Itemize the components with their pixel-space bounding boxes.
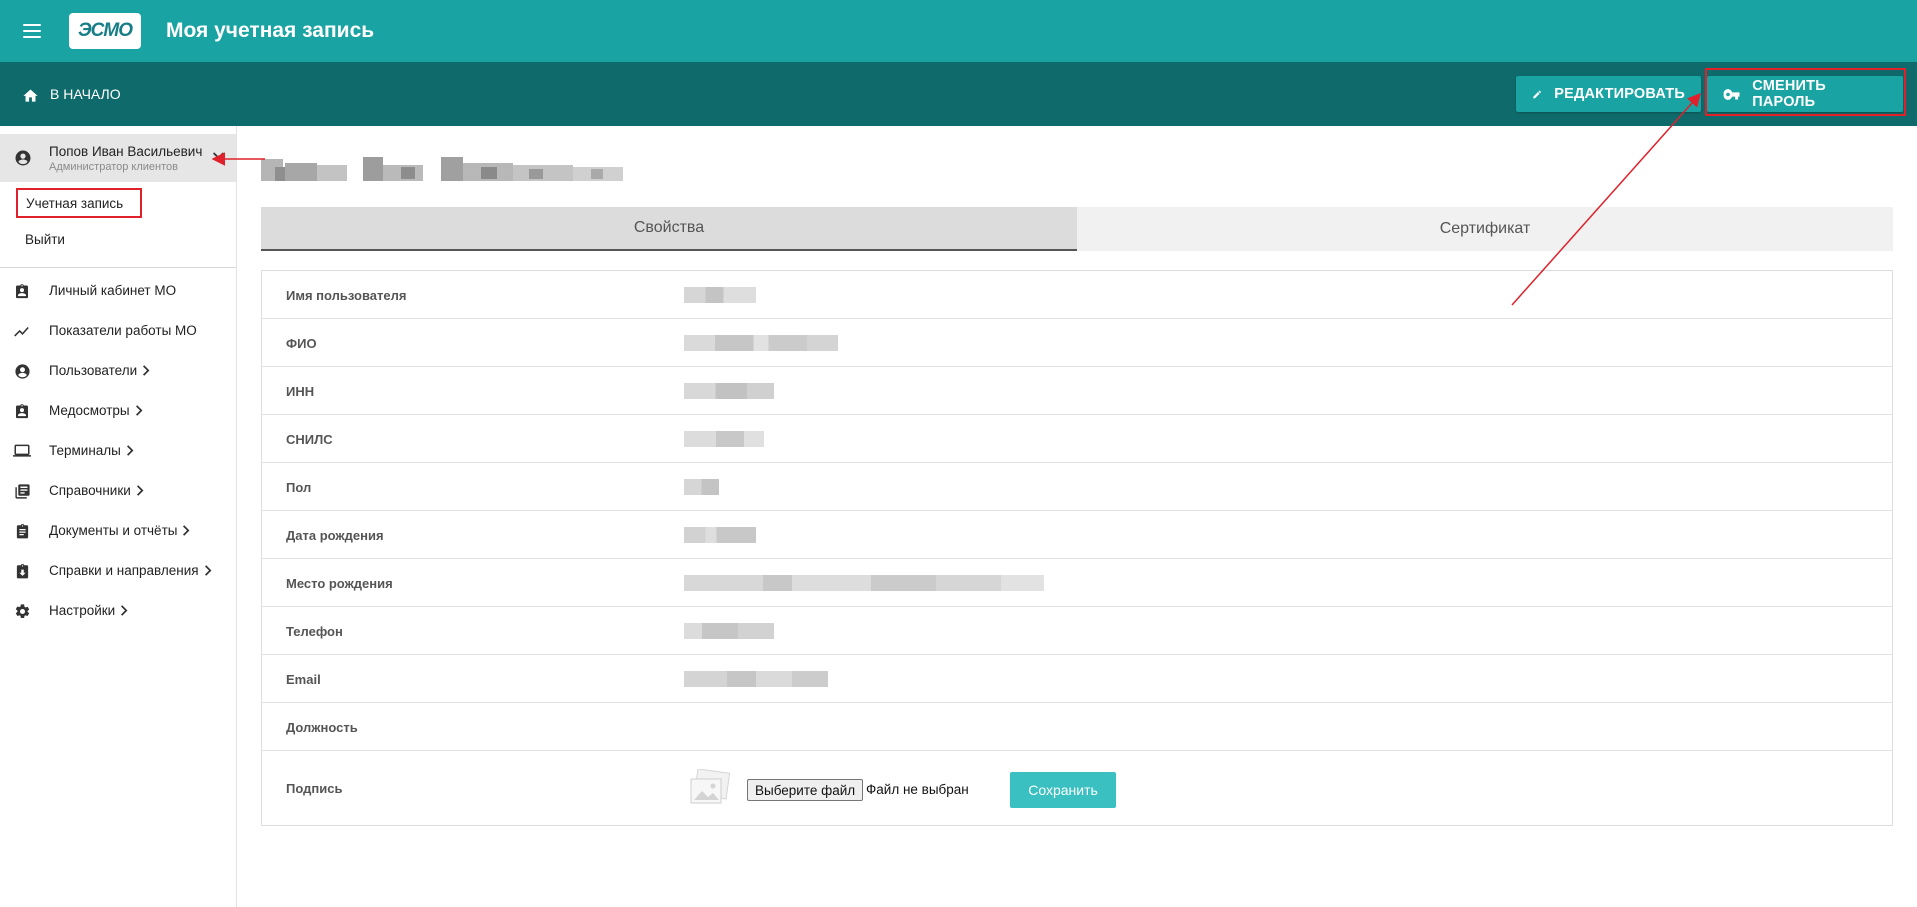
user-role: Администратор клиентов	[49, 161, 178, 173]
property-row: Место рождения	[262, 559, 1892, 607]
chevron-right-icon	[183, 525, 190, 536]
change-password-button[interactable]: СМЕНИТЬ ПАРОЛЬ	[1707, 76, 1903, 112]
sidebar-item-label: Настройки	[49, 603, 116, 618]
property-row: Пол	[262, 463, 1892, 511]
sidebar-item-label: Справочники	[49, 483, 131, 498]
save-button[interactable]: Сохранить	[1010, 772, 1116, 808]
redacted-value	[684, 671, 828, 687]
sidebar: Попов Иван Васильевич Администратор клие…	[0, 126, 237, 907]
sidebar-item-label: Документы и отчёты	[49, 523, 178, 538]
property-label: Подпись	[286, 781, 343, 796]
sidebar-item-label: Пользователи	[49, 363, 138, 378]
redacted-value	[684, 335, 838, 351]
no-file-text: Файл не выбран	[866, 782, 969, 797]
tabs: Свойства Сертификат	[261, 207, 1893, 251]
tab-certificate[interactable]: Сертификат	[1077, 207, 1893, 251]
property-row: СНИЛС	[262, 415, 1892, 463]
property-label: Пол	[286, 480, 312, 495]
redacted-value	[684, 431, 764, 447]
property-label: СНИЛС	[286, 432, 333, 447]
sidebar-item-directories[interactable]: Справочники	[0, 475, 236, 505]
pencil-icon	[1533, 90, 1541, 98]
chevron-right-icon	[135, 405, 143, 416]
sidebar-item-medical-exams[interactable]: Медосмотры	[0, 395, 236, 425]
account-circle-icon	[13, 362, 31, 380]
sidebar-item-label: Терминалы	[49, 443, 121, 458]
property-row: ИНН	[262, 367, 1892, 415]
property-row: ФИО	[262, 319, 1892, 367]
home-link[interactable]: В НАЧАЛО	[22, 62, 121, 126]
property-label: Место рождения	[286, 576, 393, 591]
properties-table: Имя пользователя ФИО ИНН СНИЛС Пол Дата …	[261, 270, 1893, 826]
property-label: Имя пользователя	[286, 288, 407, 303]
choose-file-button[interactable]: Выберите файл	[747, 779, 864, 801]
property-row: Телефон	[262, 607, 1892, 655]
sidebar-divider	[0, 267, 236, 268]
signature-row: Подпись Выберите файл Файл не выбран Сох…	[262, 751, 1892, 825]
property-label: ИНН	[286, 384, 315, 399]
edit-button[interactable]: РЕДАКТИРОВАТЬ	[1516, 76, 1701, 112]
medical-badge-icon	[13, 402, 31, 420]
redacted-value	[684, 623, 774, 639]
home-icon	[23, 89, 38, 102]
chevron-down-icon[interactable]	[213, 152, 224, 160]
property-row: Email	[262, 655, 1892, 703]
badge-icon	[13, 282, 31, 300]
menu-icon	[23, 24, 41, 38]
property-label: ФИО	[286, 336, 317, 351]
property-label: Дата рождения	[286, 528, 384, 543]
property-row: Имя пользователя	[262, 271, 1892, 319]
property-label: Должность	[286, 720, 358, 735]
user-menu[interactable]: Попов Иван Васильевич Администратор клие…	[0, 134, 236, 182]
user-name: Попов Иван Васильевич	[49, 144, 203, 159]
page-title: Моя учетная запись	[166, 19, 375, 42]
blurred-text-image	[261, 157, 623, 181]
logout-link[interactable]: Выйти	[25, 232, 65, 247]
action-bar: В НАЧАЛО РЕДАКТИРОВАТЬ СМЕНИТЬ ПАРОЛЬ	[0, 62, 1917, 126]
redacted-value	[684, 383, 774, 399]
sidebar-item-mo-indicators[interactable]: Показатели работы МО	[0, 315, 236, 345]
chevron-right-icon	[143, 365, 150, 376]
sidebar-item-terminals[interactable]: Терминалы	[0, 435, 236, 465]
sidebar-item-documents-reports[interactable]: Документы и отчёты	[0, 515, 236, 545]
library-books-icon	[13, 482, 31, 500]
sidebar-item-users[interactable]: Пользователи	[0, 355, 236, 385]
sidebar-item-settings[interactable]: Настройки	[0, 595, 236, 625]
app-logo[interactable]: ЭСМО	[69, 13, 141, 49]
redacted-page-heading	[261, 153, 629, 185]
property-label: Телефон	[286, 624, 343, 639]
chevron-right-icon	[126, 445, 134, 456]
sidebar-item-mo-cabinet[interactable]: Личный кабинет МО	[0, 275, 236, 305]
clipboard-icon	[13, 522, 31, 540]
sidebar-item-label: Личный кабинет МО	[49, 283, 177, 298]
redacted-value	[684, 287, 756, 303]
redacted-value	[684, 527, 756, 543]
sidebar-item-label: Показатели работы МО	[49, 323, 197, 338]
clipboard-download-icon	[13, 562, 31, 580]
trending-chart-icon	[13, 322, 31, 340]
change-password-label: СМЕНИТЬ ПАРОЛЬ	[1752, 78, 1826, 110]
tab-properties[interactable]: Свойства	[261, 207, 1077, 251]
chevron-right-icon	[121, 605, 128, 616]
hamburger-menu-button[interactable]	[0, 0, 64, 62]
chevron-right-icon	[136, 485, 144, 496]
redacted-value	[684, 575, 1044, 591]
image-placeholder-icon	[690, 769, 731, 804]
sidebar-item-certificates-referrals[interactable]: Справки и направления	[0, 555, 236, 585]
property-row: Должность	[262, 703, 1892, 751]
gear-icon	[13, 602, 31, 620]
redacted-value	[684, 479, 719, 495]
chevron-right-icon	[204, 565, 212, 576]
sidebar-item-label: Справки и направления	[49, 563, 199, 578]
home-label: В НАЧАЛО	[50, 86, 121, 102]
property-row: Дата рождения	[262, 511, 1892, 559]
edit-button-label: РЕДАКТИРОВАТЬ	[1554, 86, 1685, 102]
account-link[interactable]: Учетная запись	[16, 188, 142, 218]
sidebar-item-label: Медосмотры	[49, 403, 130, 418]
account-circle-icon	[15, 150, 31, 166]
key-icon	[1723, 88, 1740, 100]
laptop-icon	[13, 442, 31, 460]
property-label: Email	[286, 672, 321, 687]
app-header: ЭСМО Моя учетная запись	[0, 0, 1917, 62]
